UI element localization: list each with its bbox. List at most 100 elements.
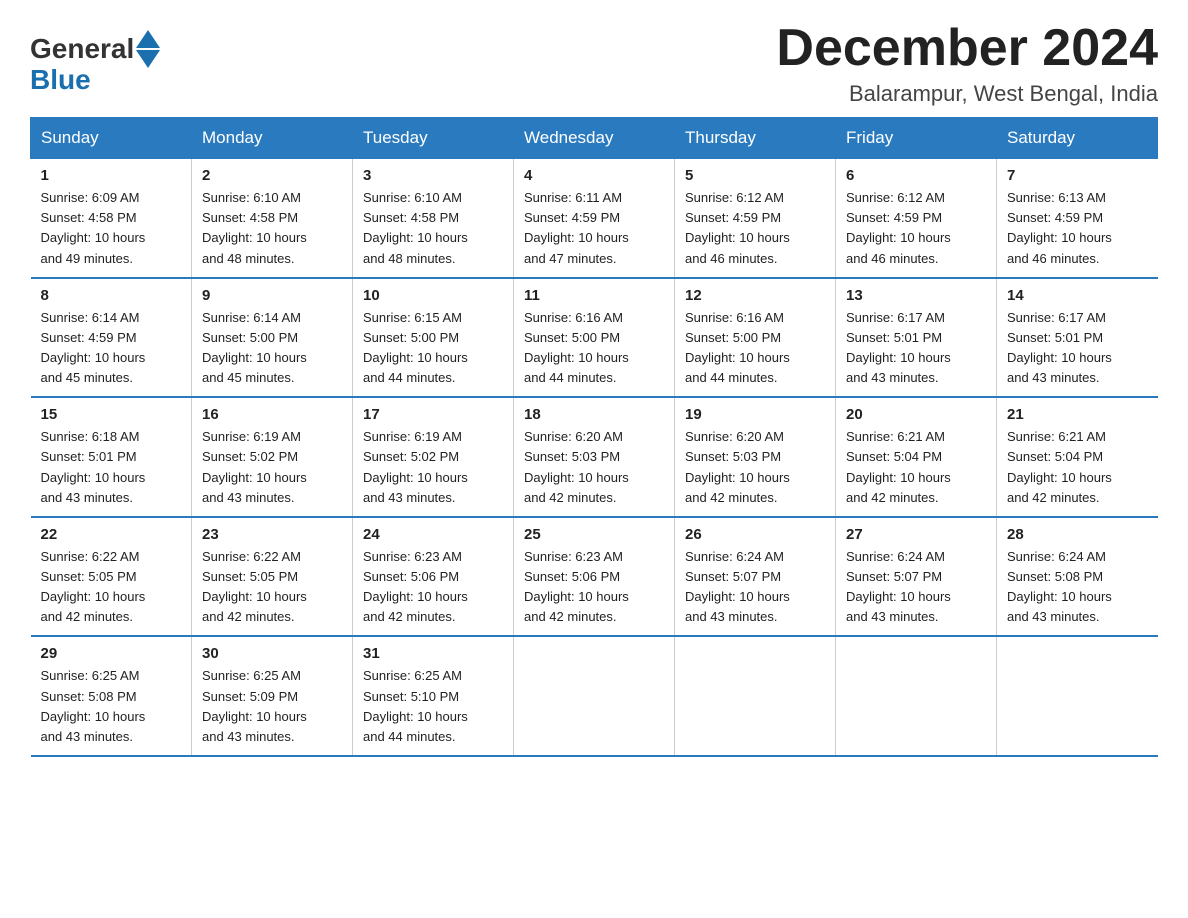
logo: General Blue bbox=[30, 30, 160, 96]
calendar-cell: 22 Sunrise: 6:22 AMSunset: 5:05 PMDaylig… bbox=[31, 517, 192, 637]
day-info: Sunrise: 6:14 AMSunset: 5:00 PMDaylight:… bbox=[202, 308, 342, 389]
calendar-cell bbox=[997, 636, 1158, 756]
calendar-cell: 27 Sunrise: 6:24 AMSunset: 5:07 PMDaylig… bbox=[836, 517, 997, 637]
calendar-cell: 18 Sunrise: 6:20 AMSunset: 5:03 PMDaylig… bbox=[514, 397, 675, 517]
calendar-cell: 4 Sunrise: 6:11 AMSunset: 4:59 PMDayligh… bbox=[514, 159, 675, 278]
day-info: Sunrise: 6:19 AMSunset: 5:02 PMDaylight:… bbox=[363, 427, 503, 508]
day-number: 26 bbox=[685, 526, 825, 543]
day-info: Sunrise: 6:24 AMSunset: 5:08 PMDaylight:… bbox=[1007, 547, 1148, 628]
calendar-cell: 23 Sunrise: 6:22 AMSunset: 5:05 PMDaylig… bbox=[192, 517, 353, 637]
calendar-cell: 6 Sunrise: 6:12 AMSunset: 4:59 PMDayligh… bbox=[836, 159, 997, 278]
calendar-cell: 24 Sunrise: 6:23 AMSunset: 5:06 PMDaylig… bbox=[353, 517, 514, 637]
calendar-cell bbox=[675, 636, 836, 756]
day-number: 28 bbox=[1007, 526, 1148, 543]
logo-blue: Blue bbox=[30, 64, 91, 96]
day-info: Sunrise: 6:14 AMSunset: 4:59 PMDaylight:… bbox=[41, 308, 182, 389]
day-number: 4 bbox=[524, 167, 664, 184]
calendar-week-row: 8 Sunrise: 6:14 AMSunset: 4:59 PMDayligh… bbox=[31, 278, 1158, 398]
day-info: Sunrise: 6:20 AMSunset: 5:03 PMDaylight:… bbox=[524, 427, 664, 508]
day-number: 20 bbox=[846, 406, 986, 423]
day-number: 11 bbox=[524, 287, 664, 304]
calendar-cell: 21 Sunrise: 6:21 AMSunset: 5:04 PMDaylig… bbox=[997, 397, 1158, 517]
weekday-header-sunday: Sunday bbox=[31, 118, 192, 159]
calendar-cell: 20 Sunrise: 6:21 AMSunset: 5:04 PMDaylig… bbox=[836, 397, 997, 517]
day-number: 2 bbox=[202, 167, 342, 184]
title-block: December 2024 Balarampur, West Bengal, I… bbox=[776, 20, 1158, 107]
day-number: 30 bbox=[202, 645, 342, 662]
day-info: Sunrise: 6:20 AMSunset: 5:03 PMDaylight:… bbox=[685, 427, 825, 508]
day-info: Sunrise: 6:18 AMSunset: 5:01 PMDaylight:… bbox=[41, 427, 182, 508]
day-info: Sunrise: 6:22 AMSunset: 5:05 PMDaylight:… bbox=[41, 547, 182, 628]
calendar-week-row: 1 Sunrise: 6:09 AMSunset: 4:58 PMDayligh… bbox=[31, 159, 1158, 278]
calendar-cell: 29 Sunrise: 6:25 AMSunset: 5:08 PMDaylig… bbox=[31, 636, 192, 756]
day-number: 8 bbox=[41, 287, 182, 304]
calendar-cell: 7 Sunrise: 6:13 AMSunset: 4:59 PMDayligh… bbox=[997, 159, 1158, 278]
calendar-cell: 3 Sunrise: 6:10 AMSunset: 4:58 PMDayligh… bbox=[353, 159, 514, 278]
calendar-week-row: 15 Sunrise: 6:18 AMSunset: 5:01 PMDaylig… bbox=[31, 397, 1158, 517]
calendar-cell: 13 Sunrise: 6:17 AMSunset: 5:01 PMDaylig… bbox=[836, 278, 997, 398]
calendar-cell: 19 Sunrise: 6:20 AMSunset: 5:03 PMDaylig… bbox=[675, 397, 836, 517]
calendar-table: SundayMondayTuesdayWednesdayThursdayFrid… bbox=[30, 117, 1158, 757]
day-info: Sunrise: 6:12 AMSunset: 4:59 PMDaylight:… bbox=[846, 188, 986, 269]
month-year-title: December 2024 bbox=[776, 20, 1158, 77]
day-info: Sunrise: 6:25 AMSunset: 5:09 PMDaylight:… bbox=[202, 666, 342, 747]
weekday-header-wednesday: Wednesday bbox=[514, 118, 675, 159]
calendar-cell: 10 Sunrise: 6:15 AMSunset: 5:00 PMDaylig… bbox=[353, 278, 514, 398]
calendar-cell: 12 Sunrise: 6:16 AMSunset: 5:00 PMDaylig… bbox=[675, 278, 836, 398]
day-number: 5 bbox=[685, 167, 825, 184]
day-info: Sunrise: 6:11 AMSunset: 4:59 PMDaylight:… bbox=[524, 188, 664, 269]
day-number: 14 bbox=[1007, 287, 1148, 304]
day-number: 3 bbox=[363, 167, 503, 184]
calendar-cell: 11 Sunrise: 6:16 AMSunset: 5:00 PMDaylig… bbox=[514, 278, 675, 398]
day-info: Sunrise: 6:22 AMSunset: 5:05 PMDaylight:… bbox=[202, 547, 342, 628]
day-info: Sunrise: 6:21 AMSunset: 5:04 PMDaylight:… bbox=[1007, 427, 1148, 508]
weekday-header-thursday: Thursday bbox=[675, 118, 836, 159]
day-number: 21 bbox=[1007, 406, 1148, 423]
day-number: 27 bbox=[846, 526, 986, 543]
calendar-cell bbox=[514, 636, 675, 756]
day-number: 22 bbox=[41, 526, 182, 543]
day-number: 18 bbox=[524, 406, 664, 423]
day-number: 16 bbox=[202, 406, 342, 423]
day-info: Sunrise: 6:23 AMSunset: 5:06 PMDaylight:… bbox=[363, 547, 503, 628]
day-info: Sunrise: 6:10 AMSunset: 4:58 PMDaylight:… bbox=[363, 188, 503, 269]
page-header: General Blue December 2024 Balarampur, W… bbox=[30, 20, 1158, 107]
calendar-cell bbox=[836, 636, 997, 756]
day-info: Sunrise: 6:12 AMSunset: 4:59 PMDaylight:… bbox=[685, 188, 825, 269]
weekday-header-tuesday: Tuesday bbox=[353, 118, 514, 159]
weekday-header-friday: Friday bbox=[836, 118, 997, 159]
day-number: 6 bbox=[846, 167, 986, 184]
day-number: 29 bbox=[41, 645, 182, 662]
day-info: Sunrise: 6:10 AMSunset: 4:58 PMDaylight:… bbox=[202, 188, 342, 269]
day-info: Sunrise: 6:17 AMSunset: 5:01 PMDaylight:… bbox=[846, 308, 986, 389]
calendar-cell: 9 Sunrise: 6:14 AMSunset: 5:00 PMDayligh… bbox=[192, 278, 353, 398]
weekday-header-row: SundayMondayTuesdayWednesdayThursdayFrid… bbox=[31, 118, 1158, 159]
day-number: 7 bbox=[1007, 167, 1148, 184]
calendar-week-row: 22 Sunrise: 6:22 AMSunset: 5:05 PMDaylig… bbox=[31, 517, 1158, 637]
calendar-week-row: 29 Sunrise: 6:25 AMSunset: 5:08 PMDaylig… bbox=[31, 636, 1158, 756]
calendar-cell: 26 Sunrise: 6:24 AMSunset: 5:07 PMDaylig… bbox=[675, 517, 836, 637]
day-number: 9 bbox=[202, 287, 342, 304]
calendar-cell: 30 Sunrise: 6:25 AMSunset: 5:09 PMDaylig… bbox=[192, 636, 353, 756]
day-number: 15 bbox=[41, 406, 182, 423]
calendar-cell: 31 Sunrise: 6:25 AMSunset: 5:10 PMDaylig… bbox=[353, 636, 514, 756]
day-number: 13 bbox=[846, 287, 986, 304]
day-number: 12 bbox=[685, 287, 825, 304]
day-number: 23 bbox=[202, 526, 342, 543]
day-info: Sunrise: 6:15 AMSunset: 5:00 PMDaylight:… bbox=[363, 308, 503, 389]
calendar-cell: 17 Sunrise: 6:19 AMSunset: 5:02 PMDaylig… bbox=[353, 397, 514, 517]
location-subtitle: Balarampur, West Bengal, India bbox=[776, 81, 1158, 107]
weekday-header-saturday: Saturday bbox=[997, 118, 1158, 159]
day-info: Sunrise: 6:16 AMSunset: 5:00 PMDaylight:… bbox=[685, 308, 825, 389]
day-info: Sunrise: 6:25 AMSunset: 5:10 PMDaylight:… bbox=[363, 666, 503, 747]
day-number: 10 bbox=[363, 287, 503, 304]
calendar-cell: 16 Sunrise: 6:19 AMSunset: 5:02 PMDaylig… bbox=[192, 397, 353, 517]
day-info: Sunrise: 6:13 AMSunset: 4:59 PMDaylight:… bbox=[1007, 188, 1148, 269]
calendar-cell: 15 Sunrise: 6:18 AMSunset: 5:01 PMDaylig… bbox=[31, 397, 192, 517]
day-info: Sunrise: 6:24 AMSunset: 5:07 PMDaylight:… bbox=[846, 547, 986, 628]
day-number: 19 bbox=[685, 406, 825, 423]
calendar-cell: 8 Sunrise: 6:14 AMSunset: 4:59 PMDayligh… bbox=[31, 278, 192, 398]
day-info: Sunrise: 6:24 AMSunset: 5:07 PMDaylight:… bbox=[685, 547, 825, 628]
day-number: 17 bbox=[363, 406, 503, 423]
day-number: 25 bbox=[524, 526, 664, 543]
